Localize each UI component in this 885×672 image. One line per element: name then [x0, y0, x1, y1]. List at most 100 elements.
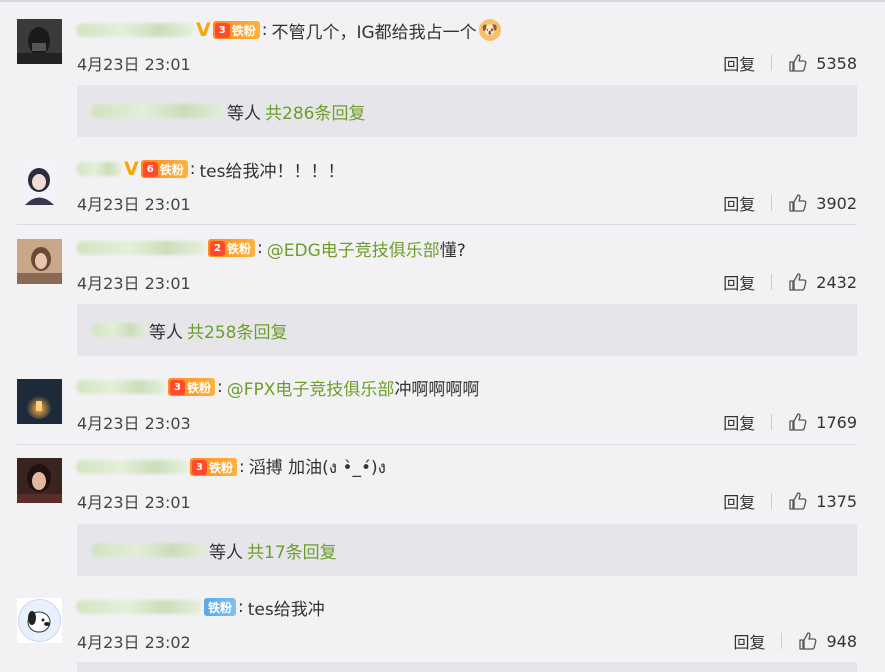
fan-badge-label: 铁粉	[187, 380, 212, 395]
divider	[771, 195, 773, 211]
like-count: 948	[826, 631, 857, 651]
comment-actions: 回复 2432	[723, 270, 857, 294]
comment-text: tes给我冲！！！！	[199, 161, 345, 182]
fan-badge[interactable]: 铁粉	[204, 598, 237, 616]
thumbs-up-icon	[789, 413, 807, 431]
fan-badge-label: 铁粉	[208, 600, 233, 615]
fan-badge-label: 铁粉	[231, 23, 256, 38]
fan-level-icon: 6	[142, 161, 158, 177]
thumbs-up-icon	[799, 632, 817, 650]
username[interactable]	[76, 600, 202, 614]
comment-time: 4月23日 23:03	[77, 414, 191, 433]
reply-button[interactable]: 回复	[723, 191, 755, 215]
reply-button[interactable]: 回复	[723, 270, 755, 294]
avatar[interactable]	[17, 160, 62, 205]
reply-usernames	[91, 323, 147, 337]
sub-replies-preview[interactable]	[77, 662, 857, 672]
reply-usernames	[91, 543, 207, 557]
username[interactable]	[76, 241, 206, 255]
colon: :	[238, 597, 244, 617]
like-count: 5358	[816, 53, 857, 73]
divider	[781, 633, 783, 649]
comment-time: 4月23日 23:01	[77, 274, 191, 293]
comment-header: 铁粉 : tes给我冲	[76, 593, 325, 621]
mention-link[interactable]: @EDG电子竞技俱乐部	[267, 236, 440, 261]
reply-suffix: 等人	[227, 103, 261, 124]
view-replies-link[interactable]: 共286条回复	[265, 99, 365, 124]
divider	[771, 55, 773, 71]
colon: :	[217, 377, 223, 397]
fan-level-icon: 3	[170, 379, 185, 395]
fan-badge[interactable]: 3 铁粉	[168, 378, 216, 396]
thumbs-up-icon	[789, 273, 807, 291]
fan-badge-label: 铁粉	[209, 460, 234, 475]
fan-badge-label: 铁粉	[227, 241, 252, 256]
username[interactable]	[76, 23, 194, 37]
comment-text: tes给我冲	[247, 599, 325, 620]
comment-actions: 回复 3902	[723, 191, 857, 215]
divider	[771, 274, 773, 290]
top-border	[0, 0, 885, 2]
divider	[771, 493, 773, 509]
comment-text: 冲啊啊啊啊	[394, 379, 480, 400]
fan-level-icon: 3	[192, 459, 207, 475]
thumbs-up-icon	[789, 492, 807, 510]
like-count: 1769	[816, 412, 857, 432]
comment-header: V 3 铁粉 : 不管几个，IG都给我占一个 🐶	[76, 16, 501, 44]
reply-suffix: 等人	[209, 542, 243, 563]
comment-actions: 回复 1375	[723, 489, 857, 513]
reply-button[interactable]: 回复	[723, 51, 755, 75]
comment-header: 2 铁粉 : @EDG电子竞技俱乐部 懂?	[76, 234, 466, 262]
avatar[interactable]	[17, 458, 62, 503]
thumbs-up-icon	[789, 194, 807, 212]
fan-level-icon: 2	[210, 240, 225, 256]
like-count: 1375	[816, 491, 857, 511]
fan-badge-label: 铁粉	[159, 162, 184, 177]
colon: :	[261, 20, 268, 40]
avatar[interactable]	[17, 19, 62, 64]
fan-badge[interactable]: 6 铁粉	[140, 160, 188, 178]
like-button[interactable]: 1769	[788, 412, 857, 432]
comment-time: 4月23日 23:01	[77, 493, 191, 512]
verified-v-icon: V	[124, 158, 139, 180]
comment-divider	[17, 224, 857, 225]
mention-link[interactable]: @FPX电子竞技俱乐部	[227, 375, 395, 400]
divider	[771, 414, 773, 430]
avatar[interactable]	[17, 379, 62, 424]
username[interactable]	[76, 380, 166, 394]
fan-level-icon: 3	[214, 22, 230, 38]
verified-v-icon: V	[196, 19, 211, 41]
like-button[interactable]: 3902	[788, 193, 857, 213]
fan-badge[interactable]: 3 铁粉	[212, 21, 260, 39]
comment-actions: 回复 948	[733, 629, 857, 653]
like-button[interactable]: 1375	[788, 491, 857, 511]
like-button[interactable]: 2432	[788, 272, 857, 292]
username[interactable]	[76, 460, 188, 474]
like-button[interactable]: 948	[798, 631, 857, 651]
comment-actions: 回复 5358	[723, 51, 857, 75]
reply-button[interactable]: 回复	[733, 629, 765, 653]
comment-header: 3 铁粉 : @FPX电子竞技俱乐部 冲啊啊啊啊	[76, 373, 479, 401]
view-replies-link[interactable]: 共17条回复	[247, 538, 337, 563]
username[interactable]	[76, 162, 122, 176]
comment-divider	[17, 444, 857, 445]
doge-emoji-icon: 🐶	[478, 19, 501, 41]
reply-button[interactable]: 回复	[723, 489, 755, 513]
sub-replies-preview[interactable]: 等人 共17条回复	[77, 524, 857, 576]
fan-badge[interactable]: 2 铁粉	[208, 239, 256, 257]
like-count: 3902	[816, 193, 857, 213]
like-button[interactable]: 5358	[788, 53, 857, 73]
reply-usernames	[91, 104, 225, 118]
reply-button[interactable]: 回复	[723, 410, 755, 434]
colon: :	[257, 238, 263, 258]
comment-time: 4月23日 23:02	[77, 633, 191, 652]
view-replies-link[interactable]: 共258条回复	[187, 318, 287, 343]
avatar[interactable]	[17, 598, 62, 643]
sub-replies-preview[interactable]: 等人 共286条回复	[77, 85, 857, 137]
avatar[interactable]	[17, 239, 62, 284]
comment-text: 不管几个，IG都给我占一个	[271, 22, 477, 43]
sub-replies-preview[interactable]: 等人 共258条回复	[77, 304, 857, 356]
fan-badge[interactable]: 3 铁粉	[190, 458, 238, 476]
comment-text: 滔搏 加油(ง •̀_•́)ง	[248, 458, 386, 478]
comment-time: 4月23日 23:01	[77, 55, 191, 74]
